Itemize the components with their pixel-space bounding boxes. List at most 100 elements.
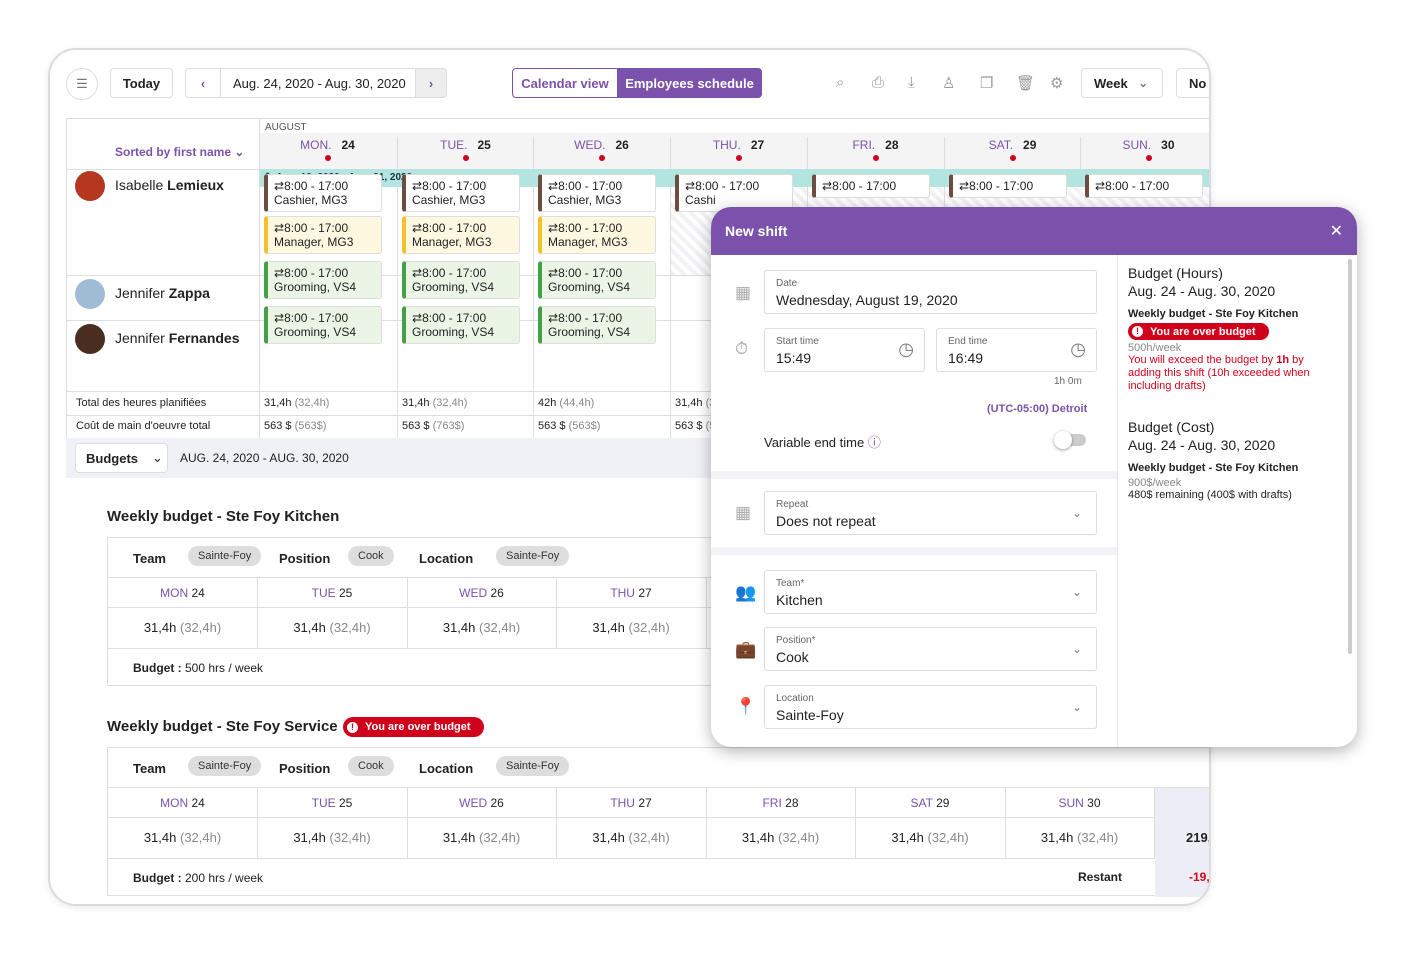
search-icon[interactable]: ⌕ <box>836 74 844 91</box>
budget-day-value: 31,4h (32,4h) <box>407 818 557 858</box>
budget-day-name: WED <box>459 796 488 810</box>
position-value: Cook <box>776 649 809 665</box>
close-icon[interactable]: ✕ <box>1330 221 1343 241</box>
employees-schedule-tab[interactable]: Employees schedule <box>617 68 762 98</box>
shift-time: 8:00 - 17:00 <box>284 179 349 193</box>
shift-role: Grooming, VS4 <box>548 280 631 294</box>
budget-day-name: FRI <box>762 796 782 810</box>
shift-card[interactable]: ⇄8:00 - 17:00 Grooming, VS4 <box>264 306 382 344</box>
alert-icon: ! <box>347 721 358 733</box>
help-icon[interactable]: ⓘ <box>868 435 881 450</box>
cost-remaining: 480$ remaining (400$ with drafts) <box>1128 489 1292 501</box>
team-value: Kitchen <box>776 592 823 608</box>
shift-role: Grooming, VS4 <box>548 325 631 339</box>
total-cost-label: Coût de main d'oeuvre total <box>76 420 211 432</box>
location-select[interactable]: Location Sainte-Foy ⌄ <box>764 685 1097 729</box>
total-cost-cell: 563 $ (763$) <box>402 420 464 432</box>
service-budget-table: Team Sainte-Foy Position Cook Location Sainte… <box>107 747 1209 897</box>
date-range-field[interactable]: Aug. 24, 2020 - Aug. 30, 2020 <box>220 68 416 98</box>
budgets-dropdown[interactable]: Budgets ⌄ <box>75 443 168 473</box>
shift-card[interactable]: ⇄8:00 - 17:00 Cashier, MG3 <box>264 174 382 212</box>
shift-card[interactable]: ⇄8:00 - 17:00 <box>949 174 1067 198</box>
dialog-divider <box>1117 255 1118 747</box>
no-button[interactable]: No <box>1176 68 1209 98</box>
cost-value: 563 $ <box>264 420 292 432</box>
budget-day-number: 24 <box>191 796 205 810</box>
shift-card[interactable]: ⇄8:00 - 17:00 Manager, MG3 <box>538 216 656 254</box>
delete-icon[interactable]: 🗑 <box>1016 74 1035 92</box>
clock-icon[interactable]: ◷ <box>898 339 914 360</box>
shift-card[interactable]: ⇄8:00 - 17:00 Grooming, VS4 <box>538 306 656 344</box>
budget-hours-planned: (32,4h) <box>329 620 371 635</box>
settings-icon[interactable]: ⚙ <box>1050 74 1063 92</box>
calendar-view-tab[interactable]: Calendar view <box>512 68 618 98</box>
print-icon[interactable]: ⎙ <box>872 74 884 91</box>
position-select[interactable]: Position* Cook ⌄ <box>764 627 1097 671</box>
repeat-icon: ⇄ <box>548 179 559 193</box>
variable-end-text: Variable end time <box>764 435 865 450</box>
scrollbar[interactable] <box>1348 259 1352 654</box>
day-dot <box>462 155 469 161</box>
shift-card[interactable]: ⇄8:00 - 17:00 <box>812 174 930 198</box>
shift-role: Cashier, MG3 <box>548 193 622 207</box>
copy-icon[interactable]: ❐ <box>980 74 993 92</box>
budget-hours-planned: (32,4h) <box>478 830 521 845</box>
shift-card[interactable]: ⇄8:00 - 17:00 Grooming, VS4 <box>402 306 520 344</box>
week-select[interactable]: Week ⌄ <box>1081 68 1163 98</box>
repeat-select[interactable]: Repeat Does not repeat ⌄ <box>764 491 1097 535</box>
position-tag: Cook <box>348 546 394 566</box>
shift-card[interactable]: ⇄8:00 - 17:00 Grooming, VS4 <box>538 261 656 299</box>
budget-value: 200 hrs / week <box>185 871 264 885</box>
today-button[interactable]: Today <box>110 68 173 98</box>
shift-time: 8:00 - 17:00 <box>422 266 487 280</box>
shift-card[interactable]: ⇄8:00 - 17:00 Cashier, MG3 <box>538 174 656 212</box>
budget-day-header: MON 24 <box>108 578 258 608</box>
prev-week-button[interactable]: ‹ <box>185 68 221 98</box>
start-time-field[interactable]: Start time 15:49 ◷ <box>764 328 925 372</box>
date-field[interactable]: Date Wednesday, August 19, 2020 <box>764 270 1097 314</box>
user-check-icon[interactable]: ♙ <box>942 74 955 92</box>
shift-time: 8:00 - 17:00 <box>422 179 487 193</box>
clock-icon[interactable]: ◷ <box>1070 339 1086 360</box>
download-icon[interactable]: ⤓ <box>908 74 915 91</box>
timezone-link[interactable]: (UTC-05:00) Detroit <box>987 403 1087 415</box>
shift-card[interactable]: ⇄8:00 - 17:00 Grooming, VS4 <box>264 261 382 299</box>
budget-day-value: 31,4h (32,4h) <box>258 608 408 648</box>
sort-dropdown[interactable]: Sorted by first name ⌄ <box>115 145 244 159</box>
toggle-knob <box>1054 431 1072 449</box>
variable-end-toggle[interactable] <box>1054 431 1086 449</box>
next-week-button[interactable]: › <box>415 68 447 98</box>
total-hours-cell: 31,4h (3 <box>675 397 715 409</box>
day-name: MON. <box>300 138 332 152</box>
end-time-field[interactable]: End time 16:49 ◷ <box>936 328 1097 372</box>
shift-card[interactable]: ⇄8:00 - 17:00 Cashier, MG3 <box>402 174 520 212</box>
filter-button[interactable]: ☰ <box>66 68 98 100</box>
shift-card[interactable]: ⇄8:00 - 17:00 Grooming, VS4 <box>402 261 520 299</box>
cost-per-week: 900$/week <box>1128 477 1182 489</box>
shift-card[interactable]: ⇄8:00 - 17:00 Manager, MG3 <box>402 216 520 254</box>
budget-day-number: 26 <box>490 796 504 810</box>
repeat-icon: ⇄ <box>412 311 423 325</box>
repeat-icon: ⇄ <box>274 266 285 280</box>
day-header: SUN. 30 <box>1080 133 1209 169</box>
budget-day-number: 24 <box>191 586 205 600</box>
team-select[interactable]: Team* Kitchen ⌄ <box>764 570 1097 614</box>
budget-day-name: SAT <box>910 796 933 810</box>
chevron-down-icon: ⌄ <box>1071 585 1082 599</box>
team-label-text: Team <box>776 578 801 589</box>
budget-hours: 31,4h <box>143 620 177 635</box>
employee-name[interactable]: Jennifer Zappa <box>115 285 210 301</box>
employee-name[interactable]: Isabelle Lemieux <box>115 177 224 193</box>
employee-name[interactable]: Jennifer Fernandes <box>115 330 240 346</box>
shift-role: Manager, MG3 <box>412 235 492 249</box>
over-budget-text: You are over budget <box>365 721 471 733</box>
budget-hours: 31,4h <box>741 830 775 845</box>
budget-hours: 31,4h <box>592 830 625 845</box>
team-filter-label: Team <box>133 551 166 566</box>
budget-hours: 31,4h <box>891 830 924 845</box>
shift-card[interactable]: ⇄8:00 - 17:00 <box>1085 174 1203 198</box>
shift-card[interactable]: ⇄8:00 - 17:00 Manager, MG3 <box>264 216 382 254</box>
variable-end-label: Variable end time ⓘ <box>764 432 881 451</box>
location-filter-label: Location <box>419 551 474 566</box>
dialog-header: New shift ✕ <box>711 207 1357 255</box>
